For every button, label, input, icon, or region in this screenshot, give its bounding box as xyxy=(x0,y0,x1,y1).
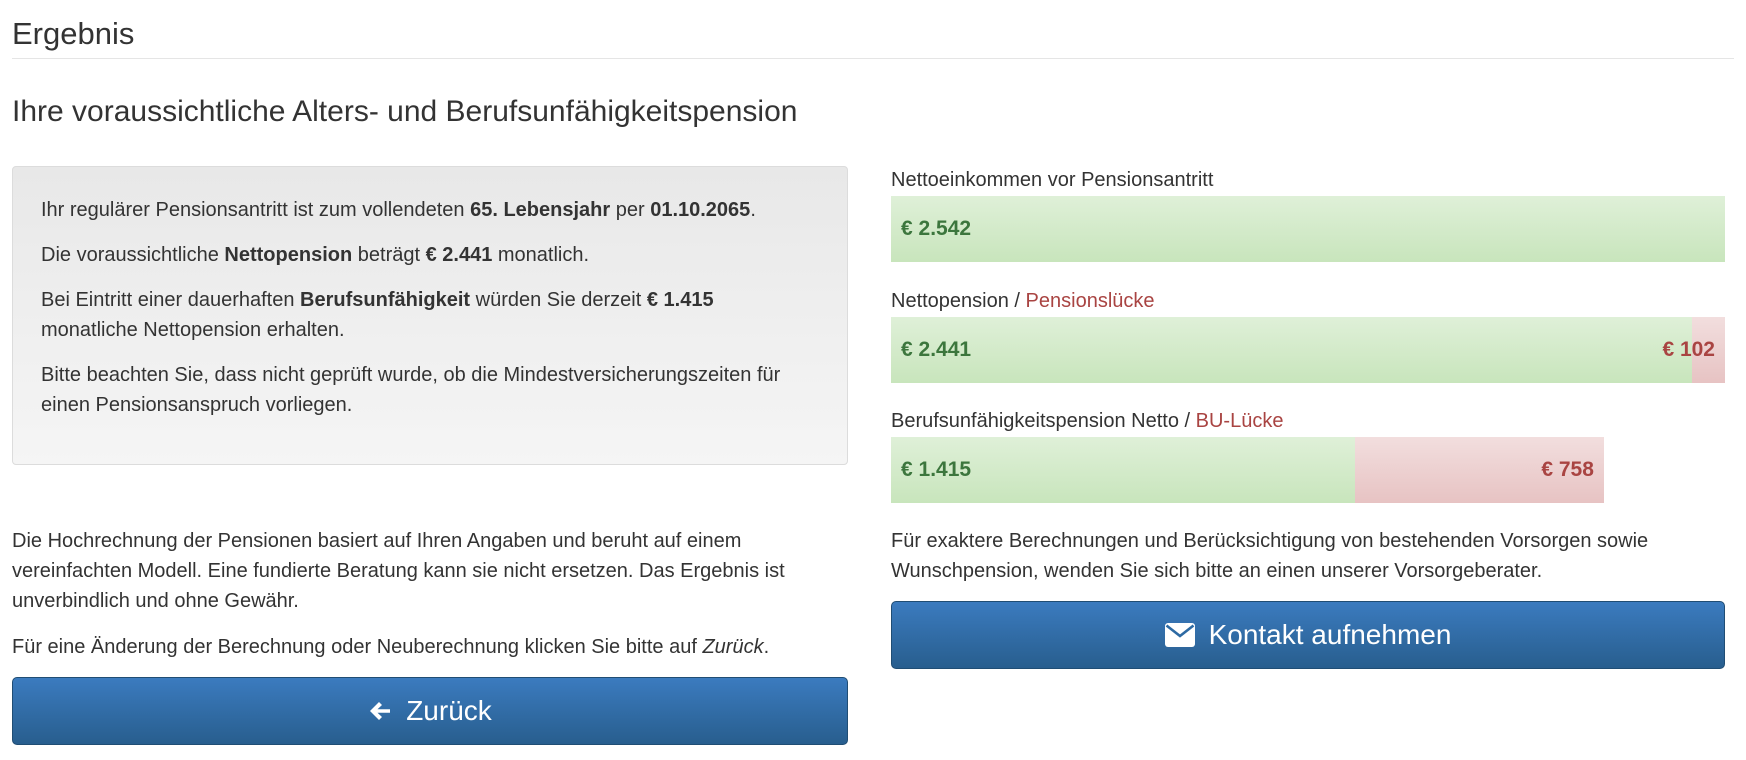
result-page: Ergebnis Ihre voraussichtliche Alters- u… xyxy=(0,0,1746,760)
title-divider xyxy=(12,58,1734,59)
label-separator: / xyxy=(1178,410,1196,432)
bu-gap-segment: € 758 xyxy=(1355,437,1604,503)
net-pension-term: Nettopension xyxy=(224,244,353,266)
calculation-disclaimer: Die Hochrechnung der Pensionen basiert a… xyxy=(12,530,785,612)
bu-value: € 1.415 xyxy=(901,458,972,481)
pension-value: € 2.441 xyxy=(901,338,972,361)
disability-term: Berufsunfähigkeit xyxy=(300,289,471,311)
income-value: € 2.542 xyxy=(901,217,972,240)
income-bar: € 2.542 xyxy=(891,196,1725,262)
label-separator: / xyxy=(1008,290,1026,312)
text-fragment: beträgt xyxy=(352,244,426,266)
arrow-left-icon xyxy=(368,699,392,723)
net-pension-amount: € 2.441 xyxy=(425,244,493,266)
bu-gap-value: € 758 xyxy=(1541,458,1594,481)
retirement-date: 01.10.2065 xyxy=(650,199,751,221)
net-pension-text: Die voraussichtliche Nettopension beträg… xyxy=(41,240,801,270)
page-title: Ergebnis xyxy=(12,16,135,51)
disability-pension-amount: € 1.415 xyxy=(646,289,714,311)
text-fragment: Die voraussichtliche xyxy=(41,244,225,266)
contact-button[interactable]: Kontakt aufnehmen xyxy=(891,601,1725,669)
text-fragment: würden Sie derzeit xyxy=(470,289,647,311)
text-fragment: per xyxy=(610,199,651,221)
retirement-date-text: Ihr regulärer Pensionsantritt ist zum vo… xyxy=(41,195,801,225)
pension-bar: € 2.441 € 102 xyxy=(891,317,1725,383)
back-reference: Zurück xyxy=(702,636,764,658)
pension-bar-label: Nettopension / Pensionslücke xyxy=(891,287,1155,315)
bu-gap-label: BU-Lücke xyxy=(1195,410,1284,432)
section-subtitle: Ihre voraussichtliche Alters- und Berufs… xyxy=(12,95,798,128)
bu-bar: € 1.415 € 758 xyxy=(891,437,1725,503)
pension-label-text: Nettopension xyxy=(891,290,1009,312)
text-fragment: . xyxy=(763,636,770,658)
income-bar-label: Nettoeinkommen vor Pensionsantritt xyxy=(891,166,1213,194)
pension-bar-segment: € 2.441 xyxy=(891,317,1692,383)
pension-info-box: Ihr regulärer Pensionsantritt ist zum vo… xyxy=(12,166,848,465)
retirement-age: 65. Lebensjahr xyxy=(470,199,611,221)
contact-button-label: Kontakt aufnehmen xyxy=(1208,619,1452,650)
income-bar-segment: € 2.542 xyxy=(891,196,1725,262)
text-fragment: monatliche Nettopension erhalten. xyxy=(41,319,345,341)
back-button-label: Zurück xyxy=(406,695,492,726)
bu-label-text: Berufsunfähigkeitspension Netto xyxy=(891,410,1179,432)
disability-pension-text: Bei Eintritt einer dauerhaften Berufsunf… xyxy=(41,285,801,345)
pension-gap-value: € 102 xyxy=(1662,338,1715,361)
insurance-period-note: Bitte beachten Sie, dass nicht geprüft w… xyxy=(41,364,781,416)
text-fragment: Ihr regulärer Pensionsantritt ist zum vo… xyxy=(41,199,471,221)
advisor-contact-note: Für exaktere Berechnungen und Berücksich… xyxy=(891,530,1649,582)
bu-bar-label: Berufsunfähigkeitspension Netto / BU-Lüc… xyxy=(891,407,1283,435)
back-button[interactable]: Zurück xyxy=(12,677,848,745)
income-label-text: Nettoeinkommen vor Pensionsantritt xyxy=(891,169,1214,191)
envelope-icon xyxy=(1164,623,1195,647)
change-calculation-note: Für eine Änderung der Berechnung oder Ne… xyxy=(12,632,848,662)
text-fragment: Für eine Änderung der Berechnung oder Ne… xyxy=(12,636,703,658)
pension-gap-label: Pensionslücke xyxy=(1025,290,1155,312)
text-fragment: monatlich. xyxy=(492,244,590,266)
bu-bar-segment: € 1.415 xyxy=(891,437,1356,503)
text-fragment: Bei Eintritt einer dauerhaften xyxy=(41,289,301,311)
text-fragment: . xyxy=(750,199,756,221)
